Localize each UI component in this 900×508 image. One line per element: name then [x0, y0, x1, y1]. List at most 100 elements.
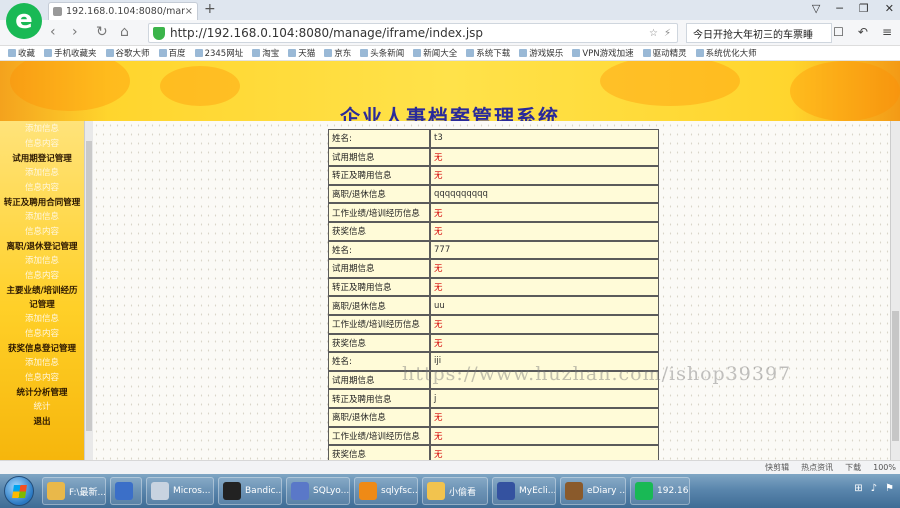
skin-icon[interactable]: ▽	[812, 2, 820, 15]
maximize-button[interactable]: ❐	[859, 2, 869, 15]
bookmark-icon	[572, 49, 581, 57]
sidebar-section-link[interactable]: 主要业绩/培训经历	[0, 284, 84, 298]
bookmark-item[interactable]: 游戏娱乐	[519, 47, 563, 59]
bookmark-item[interactable]: 天猫	[288, 47, 315, 59]
bookmark-item[interactable]: 系统下载	[466, 47, 510, 59]
sidebar-sub-link[interactable]: 添加信息	[0, 210, 84, 225]
app-icon	[291, 482, 309, 500]
tray-flag-icon[interactable]: ⚑	[885, 483, 894, 494]
bookmark-label[interactable]: 系统下载	[476, 47, 510, 59]
field-value: 无	[430, 445, 659, 460]
reload-button[interactable]: ↻	[96, 24, 108, 40]
quick-edit-button[interactable]: 快剪辑	[765, 462, 789, 473]
sidebar-sub-link[interactable]: 添加信息	[0, 254, 84, 269]
news-ticker[interactable]: 今日开抢大年初三的车票睡	[686, 23, 832, 43]
bookmark-item[interactable]: 新闻大全	[413, 47, 457, 59]
sidebar-section-link[interactable]: 退出	[0, 415, 84, 429]
bookmark-item[interactable]: 驱动精灵	[642, 47, 687, 59]
sidebar-section-link[interactable]: 转正及聘用合同管理	[0, 196, 84, 210]
content-scrollbar[interactable]	[890, 121, 900, 460]
records-table: 姓名: t3 试用期信息无转正及聘用信息无离职/退休信息 qqqqqqqqqq 工作业绩…	[328, 129, 659, 460]
close-window-button[interactable]: ✕	[885, 2, 894, 15]
bookmark-label[interactable]: VPN游戏加速	[582, 47, 633, 59]
bookmark-item[interactable]: 谷歌大师	[105, 47, 150, 59]
tray-network-icon[interactable]: ⊞	[854, 483, 862, 494]
sidebar-sub-link[interactable]: 信息内容	[0, 225, 84, 240]
sidebar-scrollbar[interactable]	[84, 121, 93, 460]
bookmark-label[interactable]: 新闻大全	[423, 47, 457, 59]
bookmark-item[interactable]: 系统优化大师	[695, 47, 757, 59]
sidebar-sub-link[interactable]: 信息内容	[0, 181, 84, 196]
back-button[interactable]: ‹	[50, 24, 56, 40]
sidebar-sub-link[interactable]: 添加信息	[0, 166, 84, 181]
bookmark-item[interactable]: 头条新闻	[360, 47, 404, 59]
bookmark-label[interactable]: 头条新闻	[370, 47, 404, 59]
browser-tab[interactable]: 192.168.0.104:8080/manage/i ×	[48, 2, 198, 20]
bookmark-item[interactable]: VPN游戏加速	[572, 47, 634, 59]
sidebar-sub-link[interactable]: 添加信息	[0, 356, 84, 371]
reading-icon[interactable]: ☐	[833, 25, 844, 39]
taskbar-app-button[interactable]: 192.16...	[630, 477, 690, 505]
sidebar-section-link[interactable]: 记管理	[0, 298, 84, 312]
bookmark-label[interactable]: 2345网址	[205, 47, 244, 59]
bookmark-label[interactable]: 游戏娱乐	[529, 47, 563, 59]
download-button[interactable]: 下载	[845, 462, 861, 473]
bookmark-item[interactable]: 百度	[158, 47, 186, 59]
new-tab-button[interactable]: +	[204, 1, 216, 17]
bookmark-label[interactable]: 手机收藏夹	[54, 47, 97, 59]
news-ticker-text[interactable]: 今日开抢大年初三的车票睡	[693, 26, 813, 41]
url-text[interactable]: http://192.168.0.104:8080/manage/iframe/…	[170, 26, 649, 40]
taskbar-app-button[interactable]: 小偷看	[422, 477, 488, 505]
zoom-level[interactable]: 100%	[873, 463, 896, 472]
sidebar-section-link[interactable]: 试用期登记管理	[0, 152, 84, 166]
sidebar-sub-link[interactable]: 添加信息	[0, 122, 84, 137]
taskbar-app-button[interactable]: F:\最新...	[42, 477, 106, 505]
bookmark-label[interactable]: 天猫	[298, 47, 315, 59]
taskbar-app-button[interactable]: eDiary ...	[560, 477, 626, 505]
bookmark-label[interactable]: 百度	[169, 47, 186, 59]
bookmark-item[interactable]: 收藏	[8, 47, 35, 59]
sidebar-sub-link[interactable]: 信息内容	[0, 137, 84, 152]
sidebar-scrollbar-thumb[interactable]	[86, 141, 92, 431]
minimize-button[interactable]: ─	[836, 2, 843, 15]
menu-icon[interactable]: ≡	[882, 25, 892, 39]
sidebar-sub-link[interactable]: 信息内容	[0, 327, 84, 342]
taskbar-app-button[interactable]: sqlyfsc...	[354, 477, 418, 505]
taskbar-app-button[interactable]	[110, 477, 142, 505]
tray-volume-icon[interactable]: ♪	[871, 483, 877, 494]
bookmark-item[interactable]: 手机收藏夹	[44, 47, 97, 59]
taskbar-app-button[interactable]: MyEcli...	[492, 477, 556, 505]
taskbar-app-button[interactable]: SQLyo...	[286, 477, 350, 505]
forward-button[interactable]: ›	[72, 24, 78, 40]
bookmark-label[interactable]: 京东	[334, 47, 351, 59]
bookmark-icon	[158, 49, 167, 57]
address-bar[interactable]: http://192.168.0.104:8080/manage/iframe/…	[148, 23, 678, 43]
sidebar-sub-link[interactable]: 信息内容	[0, 269, 84, 284]
sidebar-section-link[interactable]: 获奖信息登记管理	[0, 342, 84, 356]
bookmark-label[interactable]: 驱动精灵	[653, 47, 687, 59]
lightning-icon[interactable]: ⚡	[664, 28, 671, 39]
start-button[interactable]	[4, 476, 34, 506]
close-tab-icon[interactable]: ×	[185, 6, 193, 17]
bookmark-item[interactable]: 淘宝	[252, 47, 279, 59]
sidebar-sub-link[interactable]: 信息内容	[0, 371, 84, 386]
field-label: 获奖信息	[328, 221, 430, 241]
taskbar-app-button[interactable]: Micros...	[146, 477, 214, 505]
bookmark-label[interactable]: 收藏	[18, 47, 35, 59]
sidebar-sub-link[interactable]: 统计	[0, 400, 84, 415]
bookmark-item[interactable]: 2345网址	[194, 47, 244, 59]
bookmark-item[interactable]: 京东	[324, 47, 351, 59]
field-label: 姓名:	[328, 240, 430, 260]
home-button[interactable]: ⌂	[120, 24, 129, 40]
bookmark-label[interactable]: 淘宝	[262, 47, 279, 59]
bookmark-label[interactable]: 谷歌大师	[116, 47, 150, 59]
taskbar-app-button[interactable]: Bandic...	[218, 477, 282, 505]
undo-icon[interactable]: ↶	[858, 25, 868, 39]
sidebar-sub-link[interactable]: 添加信息	[0, 312, 84, 327]
sidebar-section-link[interactable]: 离职/退休登记管理	[0, 240, 84, 254]
bookmark-star-icon[interactable]: ☆	[649, 28, 658, 39]
bookmark-label[interactable]: 系统优化大师	[706, 47, 757, 59]
hot-news-button[interactable]: 热点资讯	[801, 462, 833, 473]
content-scrollbar-thumb[interactable]	[892, 311, 899, 441]
sidebar-section-link[interactable]: 统计分析管理	[0, 386, 84, 400]
